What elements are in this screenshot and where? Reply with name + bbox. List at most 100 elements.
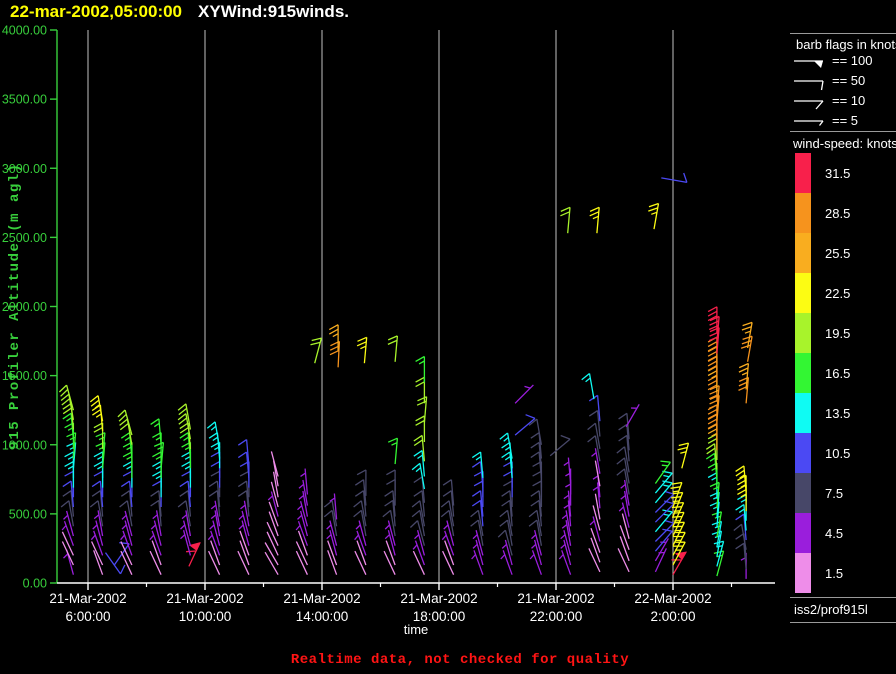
wind-barb [208, 550, 221, 575]
x-tick-date: 21-Mar-2002 [283, 591, 360, 606]
wind-barb [589, 206, 600, 234]
x-tick-time: 14:00:00 [296, 609, 349, 624]
colorbar-label: 25.5 [825, 246, 851, 261]
x-tick-time: 10:00:00 [179, 609, 232, 624]
wind-barb [654, 490, 675, 513]
wind-barb [558, 550, 572, 575]
colorbar-label: 10.5 [825, 446, 851, 461]
wind-barb [661, 172, 688, 184]
wind-barb [617, 548, 630, 573]
wind-profile-plot: 4000.003500.003000.002500.002000.001500.… [2, 24, 775, 637]
wind-barb [150, 418, 162, 445]
wind-barb [210, 461, 221, 488]
x-tick-time: 6:00:00 [65, 609, 110, 624]
colorbar-segment [795, 273, 811, 313]
colorbar-label: 16.5 [825, 366, 851, 381]
barb-legend-label: == 5 [832, 113, 859, 128]
y-tick-label: 3500.00 [2, 93, 47, 107]
colorbar-segment [795, 153, 811, 193]
x-tick-date: 21-Mar-2002 [166, 591, 243, 606]
x-tick-date: 22-Mar-2002 [634, 591, 711, 606]
wind-barb [442, 550, 455, 575]
wind-barb [619, 525, 630, 551]
gridlines [87, 30, 674, 583]
wind-barb [563, 457, 572, 484]
wind-barb [310, 337, 323, 364]
barb-glyph-50-icon [794, 80, 824, 91]
barb-glyph-5-icon [794, 120, 824, 126]
colorbar-label: 13.5 [825, 406, 851, 421]
wind-barb [412, 550, 425, 575]
colorbar-label: 31.5 [825, 166, 851, 181]
wind-barb [514, 384, 534, 404]
y-axis: 4000.003500.003000.002500.002000.001500.… [2, 24, 58, 591]
colorbar-label: 19.5 [825, 326, 851, 341]
wind-barb [532, 470, 543, 498]
wind-barb [737, 484, 747, 512]
barb-legend-row: == 10 [792, 92, 865, 112]
wind-barbs [58, 172, 753, 579]
colorbar-segment [795, 393, 811, 433]
app-window: 22-mar-2002,05:00:00 XYWind:915winds. 400… [0, 0, 896, 674]
wind-barb [264, 542, 279, 566]
wind-barb [300, 468, 309, 495]
x-tick-date: 21-Mar-2002 [517, 591, 594, 606]
wind-barb [625, 403, 640, 428]
wind-barb [383, 550, 396, 575]
divider [790, 597, 896, 598]
wind-barb [356, 336, 368, 364]
wind-barb [415, 415, 426, 442]
wind-barb [152, 470, 162, 498]
wind-barb [560, 206, 571, 234]
wind-barb [587, 422, 601, 450]
colorbar-segment [795, 433, 811, 473]
barb-legend-row: == 50 [792, 72, 865, 92]
wind-barb [181, 461, 192, 488]
x-axis: 21-Mar-2002 6:00:00 21-Mar-2002 10:00:00 21-… [49, 582, 775, 637]
speed-legend-title: wind-speed: knots [793, 136, 896, 151]
barb-legend-row: == 100 [792, 52, 873, 72]
wind-barb [64, 461, 75, 488]
barb-glyph-10-icon [794, 100, 824, 110]
wind-barb [387, 437, 399, 465]
wind-barb [441, 530, 455, 556]
wind-barb [471, 550, 484, 575]
wind-barb [270, 451, 279, 477]
x-tick-date: 21-Mar-2002 [400, 591, 477, 606]
wind-barb [93, 461, 104, 488]
wind-barb [354, 550, 367, 575]
barb-legend-label: == 10 [832, 93, 866, 108]
colorbar-segment [795, 553, 811, 593]
wind-barb [672, 531, 686, 556]
wind-barb [740, 335, 753, 362]
colorbar-segment [795, 473, 811, 513]
barb-legend-label: == 50 [832, 73, 866, 88]
wind-barb [237, 550, 250, 575]
wind-barb [581, 372, 595, 400]
x-tick-date: 21-Mar-2002 [49, 591, 126, 606]
colorbar-label: 28.5 [825, 206, 851, 221]
x-axis-title: time [404, 622, 429, 637]
wind-barb [207, 530, 221, 556]
y-tick-label: 500.00 [9, 507, 47, 521]
divider [790, 33, 896, 34]
colorbar-label: 4.5 [825, 526, 844, 541]
divider [790, 131, 896, 132]
colorbar-label: 22.5 [825, 286, 851, 301]
colorbar-segment [795, 513, 811, 553]
barb-glyph-100-icon [794, 60, 823, 68]
colorbar-label: 1.5 [825, 566, 844, 581]
wind-barb [529, 550, 543, 575]
colorbar-segment [795, 193, 811, 233]
barb-legend-title: barb flags in knots [796, 37, 896, 52]
wind-barb [503, 470, 513, 498]
station-id: iss2/prof915l [794, 602, 868, 617]
colorbar-segment [795, 353, 811, 393]
wind-barb [654, 480, 673, 504]
wind-barb [180, 530, 192, 556]
barb-legend-row: == 5 [792, 112, 858, 132]
wind-barb [122, 461, 133, 488]
wind-barb [677, 442, 690, 469]
y-tick-label: 4000.00 [2, 24, 47, 38]
x-tick-time: 22:00:00 [530, 609, 583, 624]
